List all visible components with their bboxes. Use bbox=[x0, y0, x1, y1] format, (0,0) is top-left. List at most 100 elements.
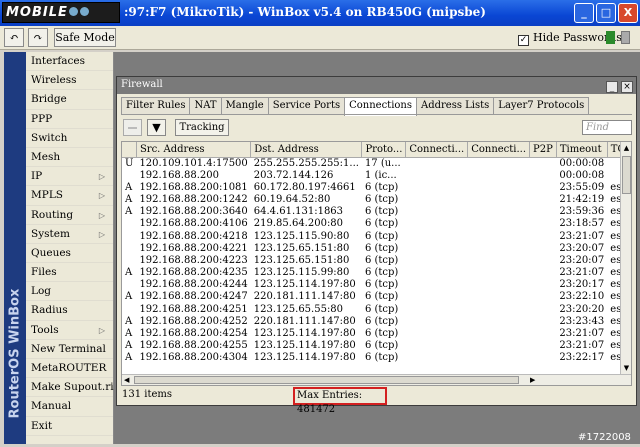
column-header[interactable]: Src. Address bbox=[136, 142, 252, 158]
table-cell bbox=[468, 328, 530, 340]
filter-button[interactable]: ▼ bbox=[147, 119, 166, 136]
sidebar-item-mpls[interactable]: MPLS ▷ bbox=[26, 186, 113, 206]
sidebar-item-ip[interactable]: IP ▷ bbox=[26, 167, 113, 187]
table-row[interactable]: A 192.168.88.200:4252 220.181.111.147:80 6 … bbox=[122, 315, 631, 328]
remove-button[interactable] bbox=[123, 119, 142, 136]
horizontal-scrollbar[interactable]: ◀ ▶ bbox=[122, 374, 631, 385]
table-cell bbox=[468, 291, 530, 303]
column-header[interactable]: Dst. Address bbox=[250, 142, 363, 158]
table-cell bbox=[122, 279, 136, 291]
tracking-button[interactable]: Tracking bbox=[175, 119, 229, 136]
sidebar-item-label: PPP bbox=[31, 112, 53, 125]
sidebar-item-manual[interactable]: Manual bbox=[26, 397, 113, 417]
table-row[interactable]: A 192.168.88.200:4247 220.181.111.147:80 6 … bbox=[122, 291, 631, 303]
table-row[interactable]: 192.168.88.200:4244 123.125.114.197:80 6 (… bbox=[122, 279, 631, 291]
scroll-up-icon[interactable]: ▲ bbox=[622, 143, 631, 153]
table-cell: 192.168.88.200:4254 bbox=[139, 328, 248, 340]
table-row[interactable]: 192.168.88.200:4221 123.125.65.151:80 6 (t… bbox=[122, 242, 631, 255]
scroll-right-icon[interactable]: ▶ bbox=[530, 375, 535, 385]
sidebar-item-routing[interactable]: Routing ▷ bbox=[26, 206, 113, 225]
tab-service-ports[interactable]: Service Ports bbox=[267, 97, 346, 114]
tab-nat[interactable]: NAT bbox=[189, 97, 222, 114]
table-row[interactable]: A 192.168.88.200:4254 123.125.114.197:80 6 … bbox=[122, 328, 631, 340]
table-row[interactable]: A 192.168.88.200:1081 60.172.80.197:4661 6 … bbox=[122, 182, 631, 194]
sidebar-item-switch[interactable]: Switch bbox=[26, 129, 113, 148]
table-cell: 192.168.88.200:1242 bbox=[139, 193, 248, 205]
sidebar-item-log[interactable]: Log bbox=[26, 282, 113, 302]
minimize-button[interactable]: _ bbox=[574, 3, 594, 23]
scroll-down-icon[interactable]: ▼ bbox=[622, 363, 631, 373]
find-input[interactable]: Find bbox=[582, 120, 632, 135]
table-row[interactable]: U 120.109.101.4:17500 255.255.255.255:1...… bbox=[122, 157, 631, 170]
tab-address-lists[interactable]: Address Lists bbox=[416, 97, 495, 114]
close-button[interactable]: X bbox=[618, 3, 638, 23]
table-cell bbox=[530, 316, 557, 328]
table-row[interactable]: A 192.168.88.200:4304 123.125.114.197:80 6 … bbox=[122, 352, 631, 364]
table-cell: 192.168.88.200:4255 bbox=[139, 340, 248, 352]
table-cell: 21:42:19 bbox=[559, 193, 605, 205]
table-cell bbox=[468, 267, 530, 279]
column-header[interactable]: Timeout bbox=[556, 142, 608, 158]
maximize-button[interactable]: □ bbox=[596, 3, 616, 23]
table-cell bbox=[468, 230, 530, 242]
table-cell bbox=[406, 328, 468, 340]
sidebar-item-mesh[interactable]: Mesh bbox=[26, 148, 113, 168]
sidebar-item-queues[interactable]: Queues bbox=[26, 244, 113, 264]
table-cell: 120.109.101.4:17500 bbox=[139, 157, 248, 169]
column-header[interactable]: Proto... bbox=[361, 142, 407, 158]
tab-mangle[interactable]: Mangle bbox=[220, 97, 269, 114]
column-header[interactable]: Connecti... bbox=[467, 142, 531, 158]
table-cell bbox=[406, 267, 468, 279]
sidebar-item-metarouter[interactable]: MetaROUTER bbox=[26, 359, 113, 379]
vertical-scrollbar[interactable]: ▲ ▼ bbox=[620, 142, 631, 374]
table-cell: 23:20:17 bbox=[559, 279, 605, 291]
sidebar-item-bridge[interactable]: Bridge bbox=[26, 90, 113, 110]
safe-mode-button[interactable]: Safe Mode bbox=[54, 28, 116, 47]
table-row[interactable]: A 192.168.88.200:3640 64.4.61.131:1863 6 (t… bbox=[122, 206, 631, 218]
sidebar-item-new-terminal[interactable]: New Terminal bbox=[26, 340, 113, 359]
table-cell: A bbox=[125, 267, 133, 279]
undo-button[interactable]: ↶ bbox=[4, 28, 24, 47]
sidebar-item-exit[interactable]: Exit bbox=[26, 417, 113, 436]
table-cell: 6 (tcp) bbox=[364, 291, 399, 303]
sidebar-item-system[interactable]: System ▷ bbox=[26, 225, 113, 244]
table-row[interactable]: 192.168.88.200 203.72.144.126 1 (ic... 00:0… bbox=[122, 170, 631, 182]
table-row[interactable]: A 192.168.88.200:1242 60.19.64.52:80 6 (tcp… bbox=[122, 193, 631, 206]
sidebar-item-tools[interactable]: Tools ▷ bbox=[26, 321, 113, 340]
table-cell: 23:18:57 bbox=[559, 218, 605, 230]
scroll-left-icon[interactable]: ◀ bbox=[124, 375, 129, 385]
green-lock-icon bbox=[606, 31, 615, 44]
sidebar-item-radius[interactable]: Radius bbox=[26, 301, 113, 321]
table-row[interactable]: A 192.168.88.200:4235 123.125.115.99:80 6 (… bbox=[122, 267, 631, 279]
table-cell bbox=[406, 291, 468, 303]
table-cell: 123.125.65.151:80 bbox=[253, 254, 350, 266]
fw-close-button[interactable]: × bbox=[621, 81, 633, 93]
table-cell: 00:00:08 bbox=[559, 157, 605, 169]
table-cell: 123.125.65.151:80 bbox=[253, 242, 350, 254]
sidebar-item-wireless[interactable]: Wireless bbox=[26, 71, 113, 91]
window-title: :97:F7 (MikroTik) - WinBox v5.4 on RB450… bbox=[124, 5, 486, 19]
sidebar-item-ppp[interactable]: PPP bbox=[26, 110, 113, 129]
table-row[interactable]: 192.168.88.200:4251 123.125.65.55:80 6 (tc… bbox=[122, 304, 631, 316]
table-cell: 6 (tcp) bbox=[364, 328, 399, 340]
table-cell bbox=[530, 328, 557, 340]
max-entries: Max Entries: 481472 bbox=[293, 387, 387, 415]
redo-button[interactable]: ↷ bbox=[28, 28, 48, 47]
sidebar-item-make-supout-rif[interactable]: Make Supout.rif bbox=[26, 378, 118, 398]
tab-layer7-protocols[interactable]: Layer7 Protocols bbox=[493, 97, 590, 114]
table-cell bbox=[468, 218, 530, 230]
fw-minimize-button[interactable]: _ bbox=[606, 81, 618, 93]
sidebar-item-interfaces[interactable]: Interfaces bbox=[26, 52, 113, 72]
sidebar-item-files[interactable]: Files bbox=[26, 263, 113, 283]
table-row[interactable]: 192.168.88.200:4218 123.125.115.90:80 6 (t… bbox=[122, 230, 631, 242]
column-header[interactable]: Connecti... bbox=[405, 142, 469, 158]
column-header[interactable] bbox=[122, 142, 137, 158]
table-cell: A bbox=[125, 328, 133, 340]
table-row[interactable]: 192.168.88.200:4106 219.85.64.200:80 6 (tc… bbox=[122, 218, 631, 230]
table-cell bbox=[406, 206, 468, 218]
table-row[interactable]: 192.168.88.200:4223 123.125.65.151:80 6 (t… bbox=[122, 254, 631, 267]
tab-filter-rules[interactable]: Filter Rules bbox=[121, 97, 191, 114]
table-cell: 220.181.111.147:80 bbox=[253, 315, 356, 327]
column-header[interactable]: P2P bbox=[529, 142, 557, 158]
table-row[interactable]: A 192.168.88.200:4255 123.125.114.197:80 6 … bbox=[122, 340, 631, 352]
